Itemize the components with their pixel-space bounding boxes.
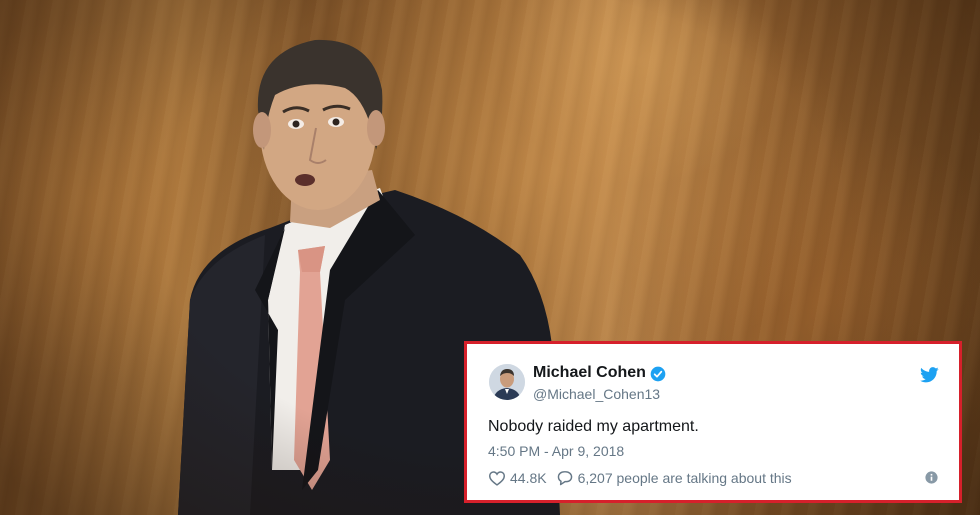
author-handle[interactable]: @Michael_Cohen13 [533, 386, 660, 402]
tweet-timestamp[interactable]: 4:50 PM - Apr 9, 2018 [488, 443, 624, 459]
twitter-bird-icon[interactable] [920, 367, 939, 383]
embedded-tweet-card: Michael Cohen @Michael_Cohen13 Nobody ra… [464, 341, 962, 503]
like-count: 44.8K [510, 470, 547, 486]
tweet-actions: 44.8K 6,207 people are talking about thi… [488, 469, 792, 487]
author-avatar[interactable] [489, 364, 525, 400]
heart-icon[interactable] [488, 470, 506, 486]
conversation-count-link[interactable]: 6,207 people are talking about this [578, 470, 792, 486]
tweet-text: Nobody raided my apartment. [488, 418, 699, 435]
author-name[interactable]: Michael Cohen [533, 364, 646, 382]
avatar-image [489, 364, 525, 400]
reply-icon[interactable] [556, 470, 574, 486]
verified-badge-icon [650, 366, 666, 382]
info-icon[interactable] [925, 471, 938, 484]
